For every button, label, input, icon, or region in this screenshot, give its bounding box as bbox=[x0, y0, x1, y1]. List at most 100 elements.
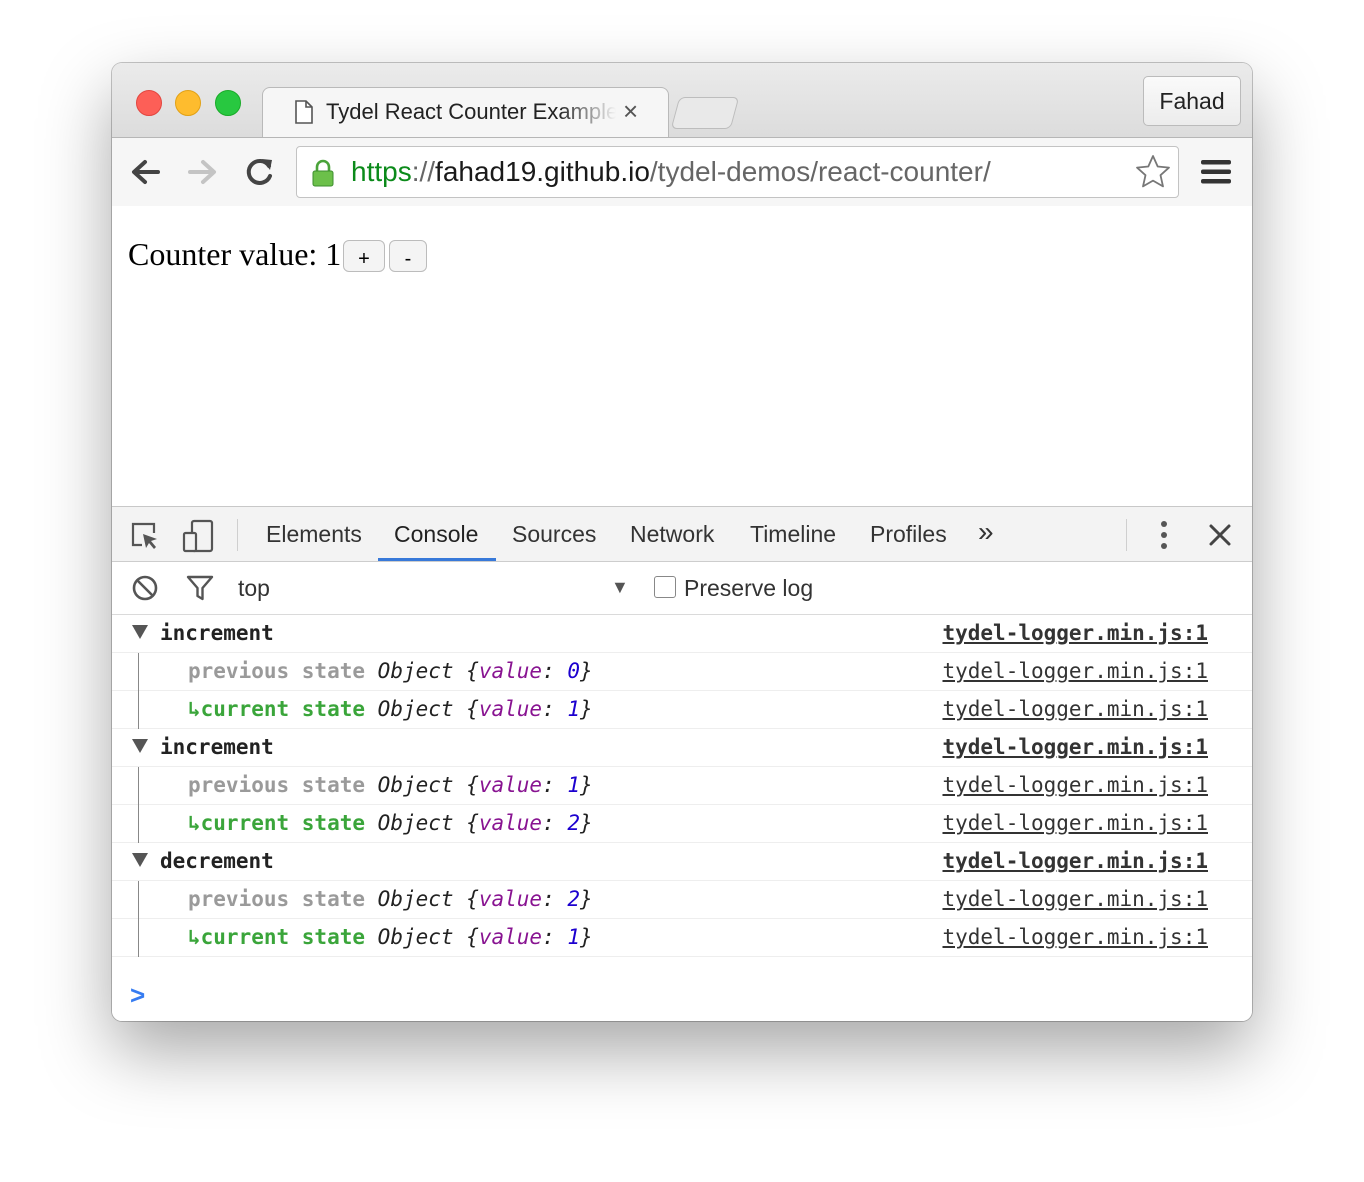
preserve-log-checkbox[interactable] bbox=[654, 576, 676, 598]
tab-console[interactable]: Console bbox=[394, 521, 478, 548]
source-link[interactable]: tydel-logger.min.js:1 bbox=[942, 887, 1208, 911]
object-type[interactable]: Object bbox=[378, 887, 454, 911]
group-label: increment bbox=[160, 735, 274, 759]
object-type[interactable]: Object bbox=[378, 659, 454, 683]
reload-icon[interactable] bbox=[241, 154, 277, 190]
console-messages: increment tydel-logger.min.js:1 previous… bbox=[112, 615, 1252, 957]
object-type[interactable]: Object bbox=[378, 811, 454, 835]
counter-value: 1 bbox=[325, 236, 342, 272]
group-indent-line bbox=[138, 691, 139, 729]
object-value: 1 bbox=[567, 925, 581, 949]
group-indent-line bbox=[138, 767, 139, 805]
window-close-button[interactable] bbox=[136, 90, 162, 116]
message-label: previous state bbox=[188, 659, 366, 683]
url-separator: :// bbox=[411, 156, 436, 187]
document-icon bbox=[295, 100, 313, 124]
source-link[interactable]: tydel-logger.min.js:1 bbox=[942, 849, 1208, 873]
console-message: ↳current state Object {value: 2} tydel-l… bbox=[112, 805, 1252, 843]
object-key: value bbox=[478, 811, 543, 835]
object-value: 0 bbox=[567, 659, 581, 683]
source-link[interactable]: tydel-logger.min.js:1 bbox=[942, 735, 1208, 759]
filter-icon[interactable] bbox=[186, 574, 214, 602]
expand-triangle-icon[interactable] bbox=[132, 739, 148, 753]
object-key: value bbox=[478, 773, 543, 797]
more-tabs-icon[interactable]: » bbox=[978, 516, 994, 548]
counter-label: Counter value: bbox=[128, 236, 318, 272]
tab-elements[interactable]: Elements bbox=[266, 521, 362, 548]
dropdown-arrow-icon[interactable]: ▼ bbox=[611, 577, 629, 598]
tab-title: Tydel React Counter Example bbox=[326, 99, 616, 124]
console-message: previous state Object {value: 2} tydel-l… bbox=[112, 881, 1252, 919]
inspect-element-icon[interactable] bbox=[130, 521, 160, 551]
object-type[interactable]: Object bbox=[378, 773, 454, 797]
console-message: ↳current state Object {value: 1} tydel-l… bbox=[112, 919, 1252, 957]
source-link[interactable]: tydel-logger.min.js:1 bbox=[942, 659, 1208, 683]
device-mode-icon[interactable] bbox=[182, 519, 216, 553]
object-value: 1 bbox=[567, 773, 581, 797]
group-indent-line bbox=[138, 653, 139, 691]
source-link[interactable]: tydel-logger.min.js:1 bbox=[942, 621, 1208, 645]
console-prompt-icon[interactable]: > bbox=[130, 980, 145, 1011]
new-tab-button[interactable] bbox=[670, 97, 740, 129]
close-devtools-icon[interactable] bbox=[1208, 523, 1232, 547]
profile-button[interactable]: Fahad bbox=[1143, 76, 1241, 126]
clear-console-icon[interactable] bbox=[132, 575, 158, 601]
counter-display: Counter value: 1 bbox=[128, 236, 341, 273]
window-maximize-button[interactable] bbox=[215, 90, 241, 116]
tab-close-icon[interactable]: × bbox=[623, 96, 638, 127]
tab-timeline[interactable]: Timeline bbox=[750, 521, 836, 548]
message-label: previous state bbox=[188, 773, 366, 797]
object-key: value bbox=[478, 887, 543, 911]
console-group-header[interactable]: decrement tydel-logger.min.js:1 bbox=[112, 843, 1252, 881]
expand-triangle-icon[interactable] bbox=[132, 853, 148, 867]
group-label: decrement bbox=[160, 849, 274, 873]
forward-arrow-icon[interactable] bbox=[184, 154, 220, 190]
console-message: previous state Object {value: 1} tydel-l… bbox=[112, 767, 1252, 805]
console-filter-bar: top ▼ Preserve log bbox=[112, 562, 1252, 615]
increment-button[interactable]: + bbox=[343, 240, 385, 272]
back-arrow-icon[interactable] bbox=[128, 154, 164, 190]
lock-icon bbox=[312, 159, 334, 187]
expand-triangle-icon[interactable] bbox=[132, 625, 148, 639]
object-value: 2 bbox=[567, 887, 581, 911]
kebab-menu-icon[interactable] bbox=[1154, 519, 1174, 551]
context-selector[interactable]: top bbox=[238, 575, 270, 602]
bookmark-star-icon[interactable] bbox=[1134, 153, 1172, 191]
tab-profiles[interactable]: Profiles bbox=[870, 521, 947, 548]
object-key: value bbox=[478, 925, 543, 949]
preserve-log-label: Preserve log bbox=[684, 575, 814, 601]
browser-window: Tydel React Counter Example × Fahad http… bbox=[112, 63, 1252, 1021]
object-key: value bbox=[478, 659, 543, 683]
source-link[interactable]: tydel-logger.min.js:1 bbox=[942, 697, 1208, 721]
browser-tab[interactable]: Tydel React Counter Example × bbox=[262, 87, 669, 138]
object-value: 2 bbox=[567, 811, 581, 835]
active-tab-indicator bbox=[378, 558, 496, 561]
console-group-header[interactable]: increment tydel-logger.min.js:1 bbox=[112, 615, 1252, 653]
source-link[interactable]: tydel-logger.min.js:1 bbox=[942, 811, 1208, 835]
browser-toolbar: https://fahad19.github.io/tydel-demos/re… bbox=[112, 137, 1252, 207]
window-minimize-button[interactable] bbox=[175, 90, 201, 116]
message-label: ↳current state bbox=[188, 925, 366, 949]
object-type[interactable]: Object bbox=[378, 925, 454, 949]
url-scheme: https bbox=[351, 156, 412, 187]
toolbar-divider bbox=[1126, 519, 1127, 551]
tab-network[interactable]: Network bbox=[630, 521, 714, 548]
address-bar[interactable]: https://fahad19.github.io/tydel-demos/re… bbox=[296, 146, 1179, 198]
message-label: ↳current state bbox=[188, 811, 366, 835]
tab-sources[interactable]: Sources bbox=[512, 521, 596, 548]
source-link[interactable]: tydel-logger.min.js:1 bbox=[942, 925, 1208, 949]
devtools-tab-bar: Elements Console Sources Network Timelin… bbox=[112, 507, 1252, 562]
object-type[interactable]: Object bbox=[378, 697, 454, 721]
console-message: ↳current state Object {value: 1} tydel-l… bbox=[112, 691, 1252, 729]
page-content: Counter value: 1 + - bbox=[112, 206, 1252, 506]
console-group-header[interactable]: increment tydel-logger.min.js:1 bbox=[112, 729, 1252, 767]
group-label: increment bbox=[160, 621, 274, 645]
url-text: https://fahad19.github.io/tydel-demos/re… bbox=[351, 156, 991, 188]
devtools-panel: Elements Console Sources Network Timelin… bbox=[112, 506, 1252, 1021]
toolbar-divider bbox=[237, 519, 238, 551]
title-bar: Tydel React Counter Example × Fahad bbox=[112, 63, 1252, 138]
message-label: previous state bbox=[188, 887, 366, 911]
source-link[interactable]: tydel-logger.min.js:1 bbox=[942, 773, 1208, 797]
decrement-button[interactable]: - bbox=[389, 240, 427, 272]
hamburger-menu-icon[interactable] bbox=[1200, 158, 1232, 186]
